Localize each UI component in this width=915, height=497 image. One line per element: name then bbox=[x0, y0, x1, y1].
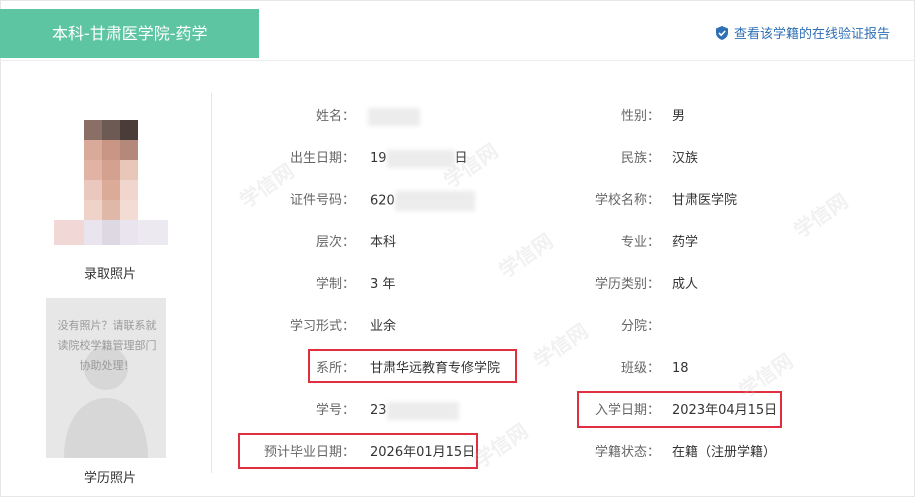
field-value: 在籍（注册学籍） bbox=[672, 445, 777, 460]
degree-photo-caption: 学历照片 bbox=[83, 471, 136, 486]
field-value: 成人 bbox=[672, 277, 699, 292]
no-photo-message: 没有照片？请联系就读院校学籍管理部门协助处理！ bbox=[57, 319, 157, 372]
field-value: 2026年01月15日 bbox=[370, 445, 476, 460]
field-value: 药学 bbox=[672, 235, 699, 250]
verify-report-link[interactable]: 查看该学籍的在线验证报告 bbox=[715, 23, 890, 42]
redacted-value bbox=[368, 107, 420, 126]
verify-link-text[interactable]: 查看该学籍的在线验证报告 bbox=[734, 23, 890, 42]
value-prefix: 23 bbox=[370, 403, 387, 418]
field-label: 系所： bbox=[315, 361, 355, 376]
redacted-value bbox=[386, 401, 459, 420]
field-label: 学习形式： bbox=[289, 319, 355, 334]
field-label: 性别： bbox=[620, 109, 660, 124]
field-value: 甘肃医学院 bbox=[672, 193, 738, 208]
field-value: 3 年 bbox=[370, 277, 396, 292]
field-value: 甘肃华远教育专修学院 bbox=[370, 361, 501, 376]
field-label: 专业： bbox=[620, 235, 660, 250]
value-prefix: 19 bbox=[370, 151, 387, 166]
value-suffix: 日 bbox=[454, 151, 468, 166]
field-label: 学籍状态： bbox=[594, 445, 660, 460]
admission-photo-caption: 录取照片 bbox=[83, 267, 136, 282]
degree-photo-placeholder: 没有照片？请联系就读院校学籍管理部门协助处理！ bbox=[46, 298, 166, 458]
field-label: 证件号码： bbox=[289, 193, 355, 208]
field-value: 业余 bbox=[370, 319, 397, 334]
redacted-value bbox=[394, 191, 475, 211]
value-prefix: 620 bbox=[370, 193, 395, 209]
pixelated-portrait bbox=[46, 95, 174, 255]
shield-check-icon bbox=[715, 25, 728, 40]
watermark: 学信网 bbox=[469, 418, 533, 473]
field-label: 学制： bbox=[315, 277, 355, 292]
field-value bbox=[368, 107, 420, 127]
admission-photo bbox=[46, 95, 174, 255]
header-divider bbox=[0, 60, 915, 61]
field-value: 18 bbox=[672, 361, 689, 376]
watermark: 学信网 bbox=[789, 188, 853, 243]
field-label: 预计毕业日期： bbox=[263, 445, 355, 460]
field-label: 层次： bbox=[315, 235, 355, 250]
field-label: 学历类别： bbox=[594, 277, 660, 292]
field-label: 班级： bbox=[620, 361, 660, 376]
field-label: 学号： bbox=[315, 403, 355, 418]
field-value: 19 日 bbox=[370, 149, 468, 169]
field-value: 23 bbox=[370, 401, 459, 421]
redacted-value bbox=[386, 149, 455, 168]
watermark: 学信网 bbox=[734, 348, 798, 403]
field-label: 分院： bbox=[620, 319, 660, 334]
watermark: 学信网 bbox=[494, 228, 558, 283]
field-label: 姓名： bbox=[315, 109, 355, 124]
field-value: 2023年04月15日 bbox=[672, 403, 778, 418]
field-label: 民族： bbox=[620, 151, 660, 166]
field-label: 入学日期： bbox=[594, 403, 660, 418]
record-title: 本科-甘肃医学院-药学 bbox=[52, 24, 208, 43]
field-value: 汉族 bbox=[672, 151, 699, 166]
field-label: 出生日期： bbox=[289, 151, 355, 166]
field-value: 本科 bbox=[370, 235, 397, 250]
field-label: 学校名称： bbox=[594, 193, 660, 208]
record-title-banner: 本科-甘肃医学院-药学 bbox=[0, 9, 259, 58]
field-value: 男 bbox=[672, 109, 686, 124]
column-divider bbox=[211, 93, 212, 473]
field-value: 620 bbox=[370, 191, 475, 212]
